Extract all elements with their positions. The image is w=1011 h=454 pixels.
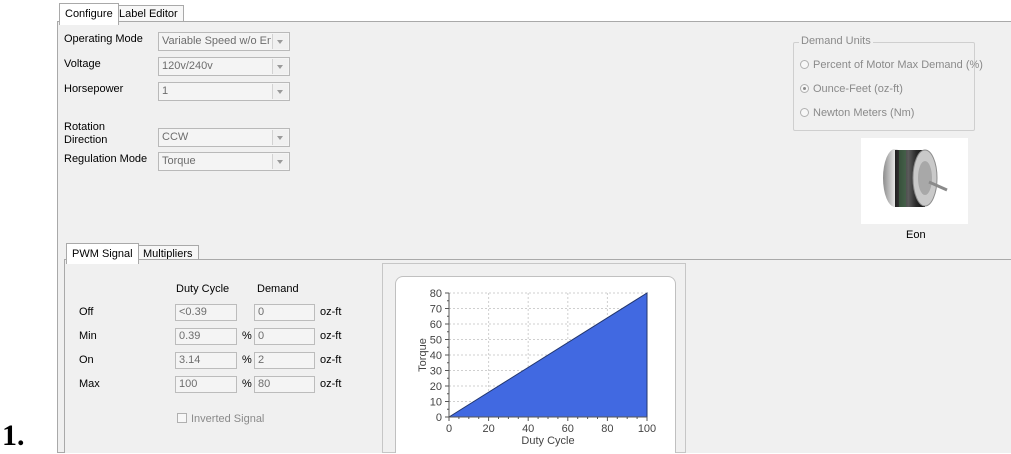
rotation-direction-select[interactable]: CCW <box>158 128 290 147</box>
horsepower-label: Horsepower <box>64 83 124 95</box>
chart-y-tick-label: 70 <box>430 304 442 316</box>
row-min-label: Min <box>79 330 97 342</box>
horsepower-value: 1 <box>162 85 169 97</box>
regulation-mode-select[interactable]: Torque <box>158 152 290 171</box>
chevron-down-icon <box>272 34 288 49</box>
regulation-mode-label: Regulation Mode <box>64 153 148 165</box>
chart-y-tick-label: 20 <box>430 381 442 393</box>
on-unit: oz-ft <box>320 354 342 366</box>
operating-mode-value: Variable Speed w/o Enal <box>162 35 271 47</box>
min-unit: oz-ft <box>320 330 342 342</box>
chart-x-tick-label: 60 <box>562 423 574 435</box>
radio-selected-icon <box>800 84 809 93</box>
chart-x-tick-label: 40 <box>522 423 534 435</box>
min-duty-field[interactable]: 0.39 <box>175 328 237 345</box>
voltage-value: 120v/240v <box>162 60 213 72</box>
chart-y-tick-label: 40 <box>430 350 442 362</box>
max-percent-sign: % <box>242 378 252 390</box>
radio-icon <box>800 60 809 69</box>
motor-caption: Eon <box>906 229 926 241</box>
chart-x-tick-label: 80 <box>601 423 613 435</box>
operating-mode-select[interactable]: Variable Speed w/o Enal <box>158 32 290 51</box>
list-number: 1. <box>2 419 25 452</box>
off-unit: oz-ft <box>320 306 342 318</box>
voltage-select[interactable]: 120v/240v <box>158 57 290 76</box>
regulation-mode-value: Torque <box>162 155 196 167</box>
rotation-direction-value: CCW <box>162 131 189 143</box>
motor-image <box>861 138 968 224</box>
tab-configure[interactable]: Configure <box>59 3 119 25</box>
chart-y-label: Torque <box>417 338 429 372</box>
off-demand-field[interactable]: 0 <box>254 304 315 321</box>
demand-header: Demand <box>257 283 299 295</box>
on-duty-field[interactable]: 3.14 <box>175 352 237 369</box>
radio-newton-meters[interactable]: Newton Meters (Nm) <box>800 107 914 120</box>
chevron-down-icon <box>272 154 288 169</box>
chart-x-tick-label: 0 <box>446 423 452 435</box>
chart-y-tick-label: 30 <box>430 366 442 378</box>
radio-percent-max-demand[interactable]: Percent of Motor Max Demand (%) <box>800 59 983 72</box>
off-duty-field[interactable]: <0.39 <box>175 304 237 321</box>
duty-cycle-header: Duty Cycle <box>176 283 230 295</box>
torque-duty-chart: 0 20 40 60 80 100 0 10 20 30 40 50 60 70 80 Duty Cycle… <box>417 288 656 447</box>
row-on-label: On <box>79 354 94 366</box>
demand-units-title: Demand Units <box>799 35 873 48</box>
motor-icon <box>883 149 948 207</box>
chart-x-tick-label: 20 <box>482 423 494 435</box>
chevron-down-icon <box>272 59 288 74</box>
row-max-label: Max <box>79 378 100 390</box>
horsepower-select[interactable]: 1 <box>158 82 290 101</box>
chart-y-tick-label: 10 <box>430 397 442 409</box>
chart-y-tick-label: 0 <box>436 412 442 424</box>
chevron-down-icon <box>272 130 288 145</box>
radio-icon <box>800 108 809 117</box>
max-duty-field[interactable]: 100 <box>175 376 237 393</box>
chart-y-tick-label: 50 <box>430 335 442 347</box>
min-demand-field[interactable]: 0 <box>254 328 315 345</box>
chart-x-label: Duty Cycle <box>521 435 574 447</box>
chevron-down-icon <box>272 84 288 99</box>
voltage-label: Voltage <box>64 58 101 70</box>
row-off-label: Off <box>79 306 94 318</box>
on-demand-field[interactable]: 2 <box>254 352 315 369</box>
on-percent-sign: % <box>242 354 252 366</box>
chart-x-tick-label: 100 <box>638 423 656 435</box>
rotation-direction-label: Rotation Direction <box>64 121 108 146</box>
tab-pwm-signal[interactable]: PWM Signal <box>66 243 139 264</box>
inverted-signal-checkbox[interactable]: Inverted Signal <box>177 413 264 426</box>
chart-y-tick-label: 80 <box>430 288 442 300</box>
min-percent-sign: % <box>242 330 252 342</box>
operating-mode-label: Operating Mode <box>64 33 143 45</box>
max-unit: oz-ft <box>320 378 342 390</box>
checkbox-icon <box>177 413 187 423</box>
chart-y-tick-label: 60 <box>430 319 442 331</box>
max-demand-field[interactable]: 80 <box>254 376 315 393</box>
radio-ounce-feet[interactable]: Ounce-Feet (oz-ft) <box>800 83 903 96</box>
